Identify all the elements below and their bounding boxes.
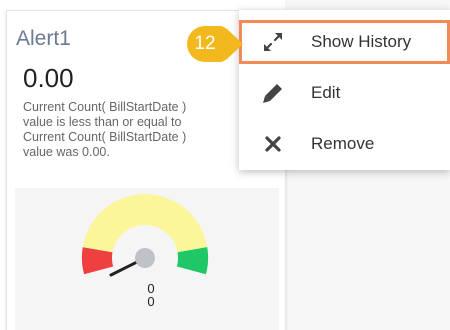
step-number-badge: 12 [177, 24, 247, 64]
menu-item-edit[interactable]: Edit [239, 71, 450, 115]
gauge-panel: 0 0 [15, 188, 279, 330]
menu-item-label: Remove [311, 134, 375, 153]
description-line: value was 0.00. [23, 145, 110, 159]
menu-item-show-history[interactable]: Show History [239, 20, 450, 64]
gauge-target-label: 0 [147, 294, 155, 309]
step-number: 12 [194, 33, 216, 54]
expand-arrows-icon [261, 30, 285, 54]
dashboard-canvas: Alert1 0.00 Current Count( BillStartDate… [0, 0, 450, 330]
widget-description: Current Count( BillStartDate ) value is … [23, 100, 273, 160]
gauge-yellow-band [82, 194, 208, 253]
pencil-icon [261, 81, 285, 105]
gauge-pivot [135, 248, 155, 268]
description-line: Current Count( BillStartDate ) [23, 130, 187, 144]
description-line: value is less than or equal to [23, 115, 182, 129]
widget-value: 0.00 [23, 63, 74, 93]
widget-title: Alert1 [16, 27, 71, 50]
close-x-icon [261, 132, 285, 156]
description-line: Current Count( BillStartDate ) [23, 100, 187, 114]
menu-item-label: Show History [311, 32, 412, 51]
widget-context-menu: Show History Edit Remove [239, 10, 450, 170]
menu-item-label: Edit [311, 83, 341, 102]
menu-item-remove[interactable]: Remove [239, 122, 450, 166]
